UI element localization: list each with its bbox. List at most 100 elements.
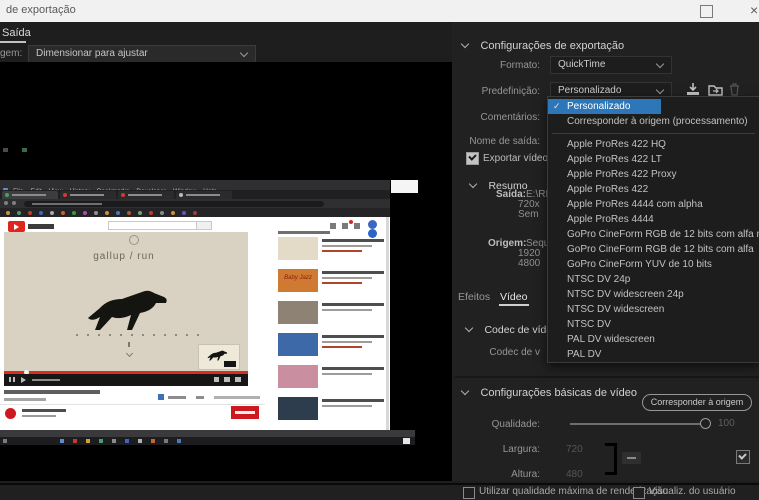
preset-menu-item[interactable]: Apple ProRes 4444 [548, 212, 759, 227]
preset-menu-item[interactable]: PAL DV widescreen [548, 332, 759, 347]
bookmark-icon [193, 211, 197, 215]
suggested-thumbnail [278, 333, 318, 356]
taskbar-icon [99, 439, 103, 443]
chevron-down-icon [461, 387, 469, 395]
preset-menu-item[interactable]: Apple ProRes 422 [548, 182, 759, 197]
quality-slider-track[interactable] [570, 423, 704, 425]
preset-menu-item[interactable]: NTSC DV [548, 317, 759, 332]
preset-menu-item[interactable]: NTSC DV widescreen 24p [548, 287, 759, 302]
import-preset-icon[interactable] [708, 83, 723, 96]
format-select[interactable]: QuickTime [550, 56, 672, 74]
suggested-title-placeholder [322, 367, 384, 370]
ground-ticks [76, 334, 208, 336]
youtube-logo [8, 221, 25, 232]
bookmark-icon [182, 211, 186, 215]
suggested-video-item: Baby Jazz [278, 269, 390, 292]
bookmark-icon [105, 211, 109, 215]
width-label: Largura: [454, 444, 540, 455]
constrain-checkbox[interactable] [736, 450, 750, 464]
quality-value: 100 [718, 418, 735, 429]
link-dimensions-icon[interactable] [622, 452, 641, 464]
preset-menu-item[interactable]: GoPro CineForm YUV de 10 bits [548, 257, 759, 272]
tab-output-underline [0, 41, 26, 43]
preset-menu-item[interactable]: Apple ProRes 422 LT [548, 152, 759, 167]
preset-menu-item-label: GoPro CineForm RGB de 12 bits com alfa n… [567, 227, 759, 242]
player-controls [4, 374, 248, 386]
suggested-channel-placeholder [322, 341, 372, 343]
taskbar-icon [86, 439, 90, 443]
tab-title-placeholder [70, 194, 104, 196]
maximize-icon[interactable] [700, 5, 713, 18]
suggested-channel-placeholder [322, 245, 372, 247]
favicon [121, 193, 125, 197]
preset-menu-item[interactable]: Apple ProRes 422 Proxy [548, 167, 759, 182]
preset-menu-item[interactable]: Apple ProRes 422 HQ [548, 137, 759, 152]
capture-desktop-icon [3, 148, 8, 152]
bell-icon [354, 223, 360, 229]
browser-tab [118, 191, 174, 199]
tab-output[interactable]: Saída [2, 27, 31, 39]
preset-menu-item[interactable]: PAL DV [548, 347, 759, 362]
thumbs-down-icon [196, 396, 204, 399]
suggested-thumbnail: Baby Jazz [278, 269, 318, 292]
favicon [179, 193, 183, 197]
url-text-placeholder [32, 203, 102, 205]
start-icon [3, 439, 7, 443]
close-icon[interactable]: × [750, 2, 758, 18]
tab-title-placeholder [128, 194, 162, 196]
suggested-videos-list: Baby Jazz [278, 237, 390, 429]
bookmark-icon [72, 211, 76, 215]
suggested-thumbnail [278, 365, 318, 388]
preset-menu-item[interactable]: GoPro CineForm RGB de 12 bits com alfa n… [548, 227, 759, 242]
preset-menu-item[interactable]: NTSC DV widescreen [548, 302, 759, 317]
thumbnail-label: Baby Jazz [278, 275, 318, 281]
taskbar-icon [73, 439, 77, 443]
window-title: de exportação [6, 4, 76, 16]
divider [0, 404, 265, 405]
preset-menu-item-label: NTSC DV widescreen [567, 302, 664, 317]
chevron-down-icon [656, 86, 664, 94]
preset-menu-item-label: Apple ProRes 422 LT [567, 152, 662, 167]
suggested-meta-placeholder [322, 250, 362, 252]
width-value[interactable]: 720 [566, 444, 583, 455]
bookmark-icon [116, 211, 120, 215]
chevron-down-icon [656, 60, 664, 68]
suggested-channel-placeholder [322, 309, 372, 311]
section-video-codec[interactable]: Codec de vídeo [466, 320, 558, 338]
fullscreen-icon [235, 377, 241, 382]
favicon [5, 193, 9, 197]
suggested-title-placeholder [322, 271, 384, 274]
preset-menu-item[interactable]: ✓Personalizado [548, 99, 661, 114]
section-export-settings[interactable]: Configurações de exportação [462, 36, 624, 54]
capture-addressbar [0, 199, 390, 208]
max-render-quality-checkbox[interactable] [463, 487, 475, 499]
suggested-title-placeholder [322, 239, 384, 242]
preset-menu-item[interactable]: Corresponder à origem (processamento) [548, 114, 759, 129]
height-value[interactable]: 480 [566, 469, 583, 480]
preset-menu-item[interactable]: Apple ProRes 4444 com alpha [548, 197, 759, 212]
taskbar-icon [60, 439, 64, 443]
preset-menu: ✓PersonalizadoCorresponder à origem (pro… [547, 96, 759, 363]
bookmark-icon [83, 211, 87, 215]
suggested-meta-placeholder [322, 346, 362, 348]
video-caption: gallup / run [59, 251, 189, 262]
tab-effects[interactable]: Efeitos [458, 291, 490, 303]
preset-menu-item[interactable]: GoPro CineForm RGB de 12 bits com alfa [548, 242, 759, 257]
format-label: Formato: [454, 60, 540, 71]
save-preset-icon[interactable] [686, 83, 700, 96]
capture-tabrow [0, 190, 390, 199]
source-scaling-value: Dimensionar para ajustar [36, 48, 148, 59]
suggested-thumbnail [278, 237, 318, 260]
chevron-down-icon [465, 324, 473, 332]
chevron-down-icon [461, 40, 469, 48]
bookmark-icon [127, 211, 131, 215]
trash-icon[interactable] [729, 83, 740, 96]
match-source-button[interactable]: Corresponder à origem [642, 394, 752, 411]
user-preview-checkbox[interactable] [633, 487, 645, 499]
tab-video[interactable]: Vídeo [500, 291, 527, 303]
tray-icon [403, 438, 410, 444]
quality-slider-handle[interactable] [700, 418, 711, 429]
export-video-checkbox[interactable] [466, 152, 479, 165]
section-basic-video-settings[interactable]: Configurações básicas de vídeo [462, 383, 637, 401]
preset-menu-item[interactable]: NTSC DV 24p [548, 272, 759, 287]
